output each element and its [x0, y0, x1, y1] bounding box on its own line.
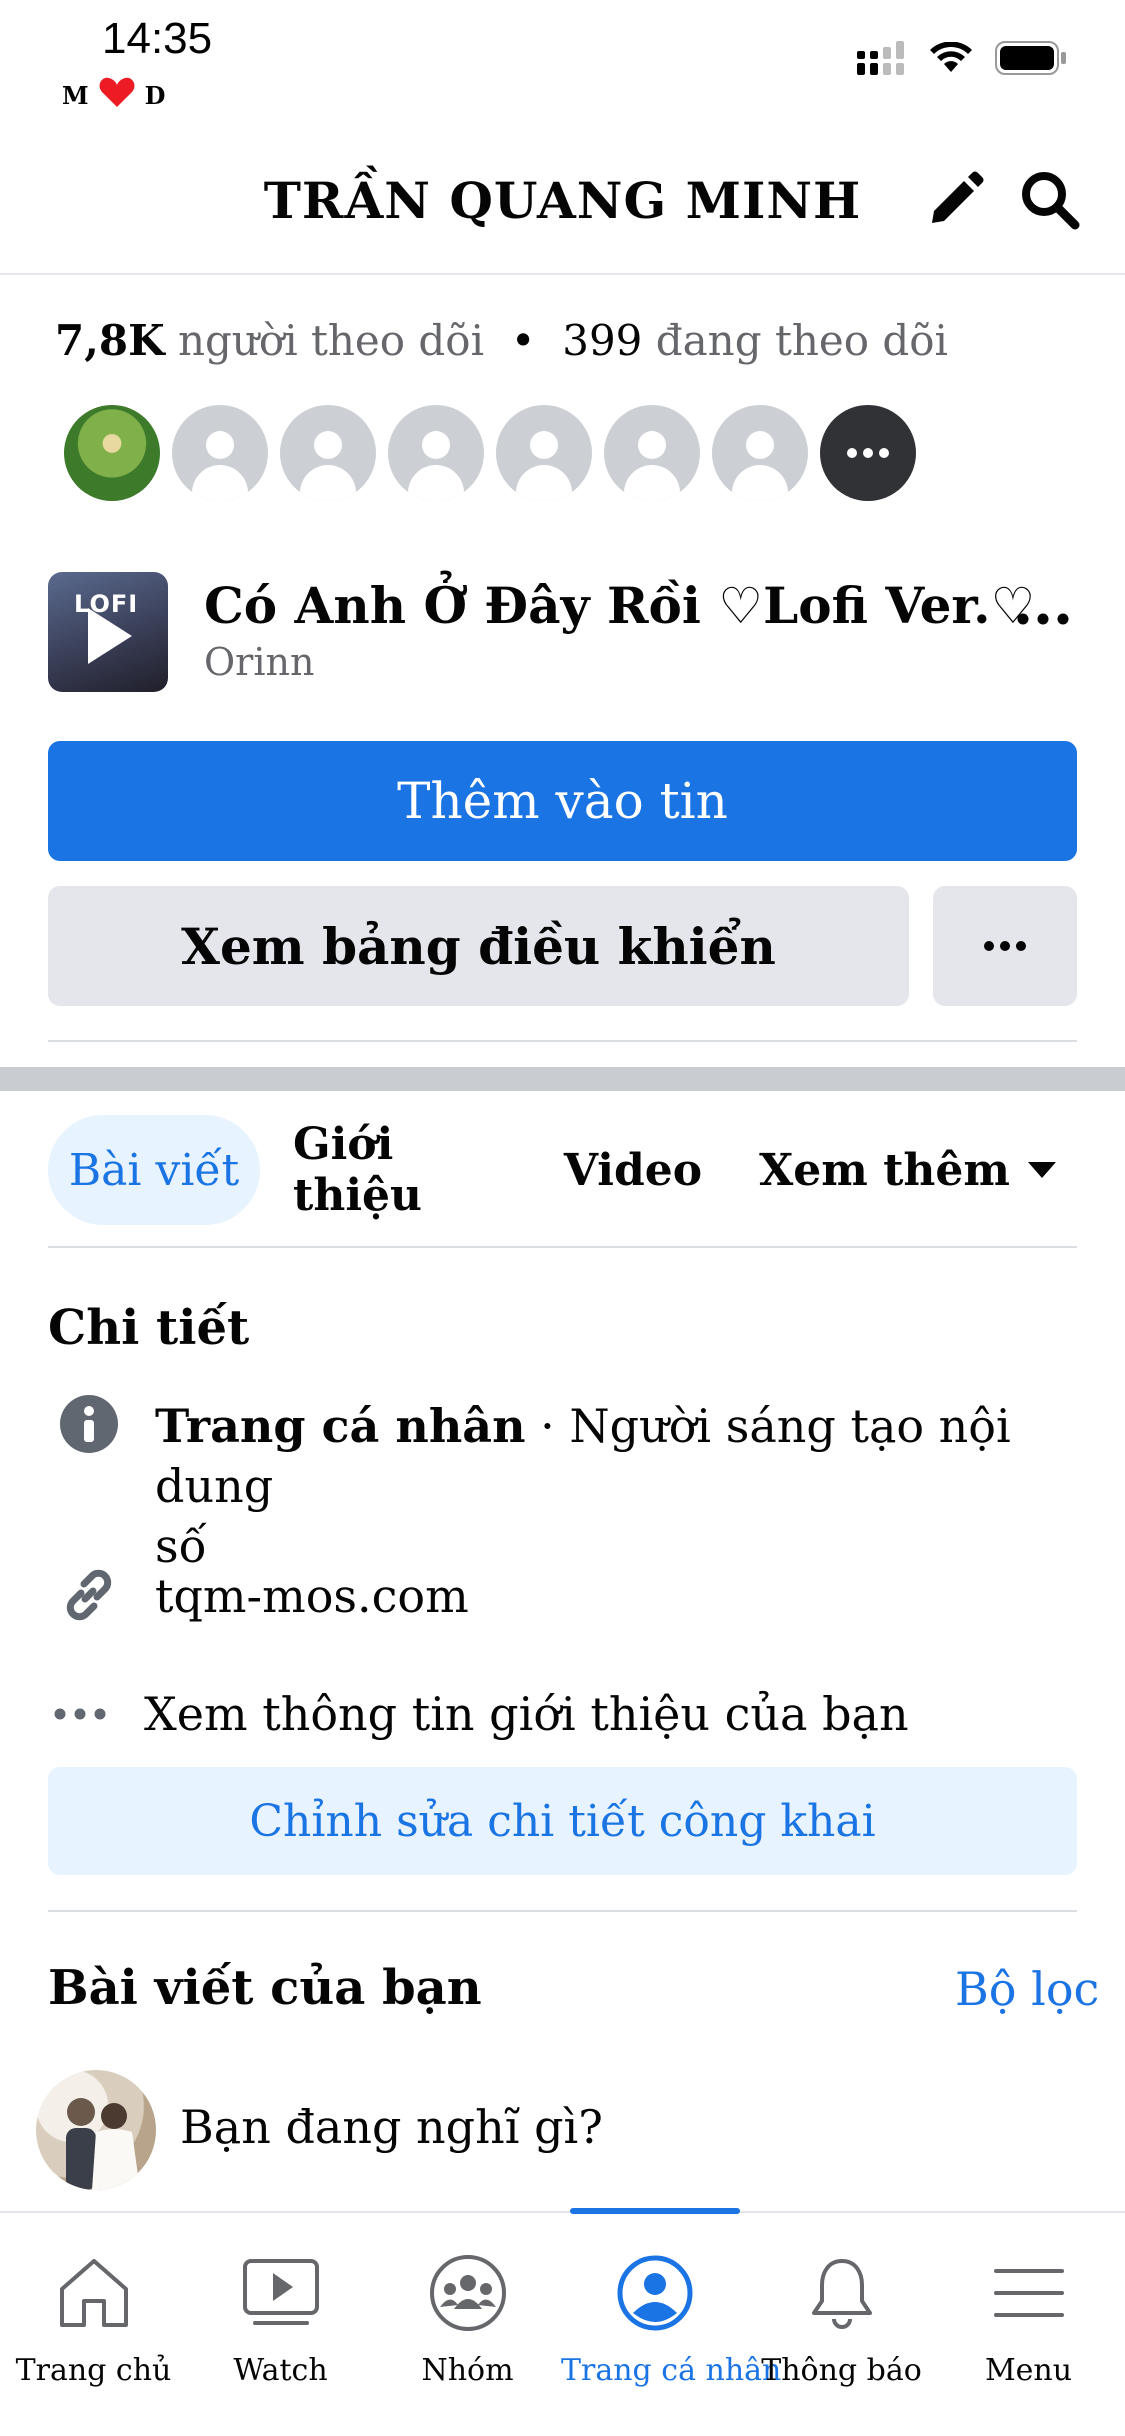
bell-icon	[748, 2243, 935, 2343]
edit-public-details-button[interactable]: Chỉnh sửa chi tiết công khai	[48, 1767, 1077, 1875]
avatar[interactable]	[280, 405, 376, 501]
nav-label: Nhóm	[421, 2353, 514, 2388]
posts-title: Bài viết của bạn	[48, 1960, 482, 2016]
divider	[48, 1040, 1077, 1042]
tab-see-more-label: Xem thêm	[759, 1144, 1010, 1196]
more-horizontal-icon	[52, 1700, 108, 1728]
music-title: Có Anh Ở Đây Rồi ♡Lofi Ver.♡	[204, 576, 1036, 635]
nav-watch[interactable]: Watch	[187, 2213, 374, 2436]
avatar[interactable]	[64, 405, 160, 501]
tab-see-more[interactable]: Xem thêm	[738, 1115, 1077, 1225]
website-link[interactable]: tqm-mos.com	[155, 1566, 469, 1626]
profile-header: TRẦN QUANG MINH	[0, 135, 1125, 275]
carrier-right: D	[144, 80, 166, 110]
following-label: đang theo dõi	[655, 316, 948, 365]
follower-label: người theo dõi	[177, 316, 485, 365]
active-tab-indicator	[570, 2208, 740, 2214]
more-followers-button[interactable]	[820, 405, 916, 501]
nav-label: Trang chủ	[15, 2353, 172, 2388]
details-title: Chi tiết	[48, 1300, 250, 1356]
avatar[interactable]	[172, 405, 268, 501]
status-time: 14:35	[102, 14, 213, 63]
nav-profile[interactable]: Trang cá nhân	[561, 2213, 782, 2436]
profile-more-button[interactable]	[933, 886, 1077, 1006]
watch-icon	[187, 2243, 374, 2343]
play-icon[interactable]	[88, 608, 132, 664]
follower-stats[interactable]: 7,8K người theo dõi • 399 đang theo dõi	[55, 316, 948, 365]
filter-button[interactable]: Bộ lọc	[955, 1962, 1099, 2016]
stats-separator: •	[510, 316, 536, 365]
more-horizontal-icon	[847, 448, 889, 458]
profile-category-type: Trang cá nhân	[155, 1399, 526, 1453]
nav-label: Menu	[984, 2353, 1073, 2388]
music-artist: Orinn	[204, 640, 315, 684]
profile-music[interactable]: LOFI Có Anh Ở Đây Rồi ♡Lofi Ver.♡ Orinn	[48, 572, 1078, 692]
status-carrier: M D	[62, 76, 165, 114]
nav-label: Thông báo	[761, 2353, 922, 2388]
avatar[interactable]	[496, 405, 592, 501]
post-composer-input[interactable]: Bạn đang nghĩ gì?	[180, 2100, 603, 2154]
nav-menu[interactable]: Menu	[935, 2213, 1122, 2436]
following-count: 399	[562, 316, 643, 365]
nav-label: Watch	[233, 2353, 328, 2388]
heart-icon	[99, 76, 135, 114]
wifi-icon	[929, 41, 973, 78]
divider	[48, 1910, 1077, 1912]
follower-avatars	[64, 405, 916, 501]
info-icon	[58, 1393, 120, 1455]
avatar[interactable]	[604, 405, 700, 501]
more-horizontal-icon	[984, 941, 1026, 951]
carrier-left: M	[62, 80, 89, 110]
section-separator	[0, 1067, 1125, 1091]
profile-icon	[561, 2243, 748, 2343]
add-to-story-button[interactable]: Thêm vào tin	[48, 741, 1077, 861]
status-indicators	[857, 40, 1067, 80]
tab-about[interactable]: Giới thiệu	[293, 1115, 525, 1225]
see-about-link[interactable]: Xem thông tin giới thiệu của bạn	[144, 1684, 909, 1744]
bottom-navigation: Trang chủ Watch Nhóm Trang cá nhân Thông…	[0, 2211, 1125, 2436]
nav-label: Trang cá nhân	[561, 2353, 782, 2388]
avatar[interactable]	[388, 405, 484, 501]
avatar[interactable]	[36, 2070, 156, 2190]
groups-icon	[374, 2243, 561, 2343]
menu-icon	[935, 2243, 1122, 2343]
profile-category-description-cont: số	[155, 1519, 207, 1573]
tab-video[interactable]: Video	[553, 1115, 713, 1225]
nav-groups[interactable]: Nhóm	[374, 2213, 561, 2436]
battery-icon	[995, 40, 1067, 80]
divider	[48, 1246, 1077, 1248]
status-bar: 14:35 M D	[0, 0, 1125, 130]
nav-notifications[interactable]: Thông báo	[748, 2213, 935, 2436]
edit-icon[interactable]	[920, 165, 990, 235]
home-icon	[0, 2243, 187, 2343]
caret-down-icon	[1027, 1162, 1056, 1178]
tab-posts[interactable]: Bài viết	[48, 1115, 260, 1225]
link-icon	[58, 1564, 120, 1626]
view-dashboard-button[interactable]: Xem bảng điều khiển	[48, 886, 909, 1006]
music-more-icon[interactable]	[1008, 594, 1078, 644]
nav-home[interactable]: Trang chủ	[0, 2213, 187, 2436]
profile-category: Trang cá nhân · Người sáng tạo nội dung …	[155, 1396, 1055, 1576]
profile-tabs: Bài viết Giới thiệu Video Xem thêm	[48, 1115, 1077, 1225]
signal-icon	[857, 41, 907, 79]
music-thumbnail[interactable]: LOFI	[48, 572, 168, 692]
follower-count: 7,8K	[55, 316, 165, 365]
search-icon[interactable]	[1015, 165, 1085, 235]
avatar[interactable]	[712, 405, 808, 501]
